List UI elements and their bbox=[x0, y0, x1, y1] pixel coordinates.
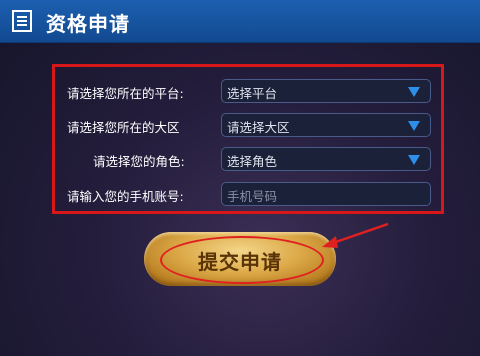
role-label: 请选择您的角色: bbox=[93, 154, 185, 169]
role-select[interactable]: 选择角色 bbox=[221, 147, 431, 171]
region-select-value: 请选择大区 bbox=[227, 120, 290, 135]
dropdown-arrow-icon bbox=[408, 87, 420, 97]
platform-select-value: 选择平台 bbox=[227, 86, 278, 101]
pointer-arrow-icon bbox=[322, 222, 389, 248]
phone-input[interactable]: 手机号码 bbox=[221, 182, 431, 206]
platform-label: 请选择您所在的平台: bbox=[67, 86, 184, 101]
phone-label: 请输入您的手机账号: bbox=[67, 189, 184, 204]
phone-input-placeholder: 手机号码 bbox=[227, 189, 278, 204]
header-bar: 资格申请 bbox=[0, 0, 480, 43]
application-form: 请选择您所在的平台: 选择平台 请选择您所在的大区 请选择大区 请选择您的角色:… bbox=[52, 64, 444, 214]
role-select-value: 选择角色 bbox=[227, 154, 278, 169]
region-select[interactable]: 请选择大区 bbox=[221, 113, 431, 137]
region-label: 请选择您所在的大区 bbox=[67, 120, 180, 135]
page-title: 资格申请 bbox=[46, 12, 130, 36]
document-list-icon bbox=[12, 10, 32, 32]
dropdown-arrow-icon bbox=[408, 155, 420, 165]
dropdown-arrow-icon bbox=[408, 121, 420, 131]
platform-select[interactable]: 选择平台 bbox=[221, 79, 431, 103]
